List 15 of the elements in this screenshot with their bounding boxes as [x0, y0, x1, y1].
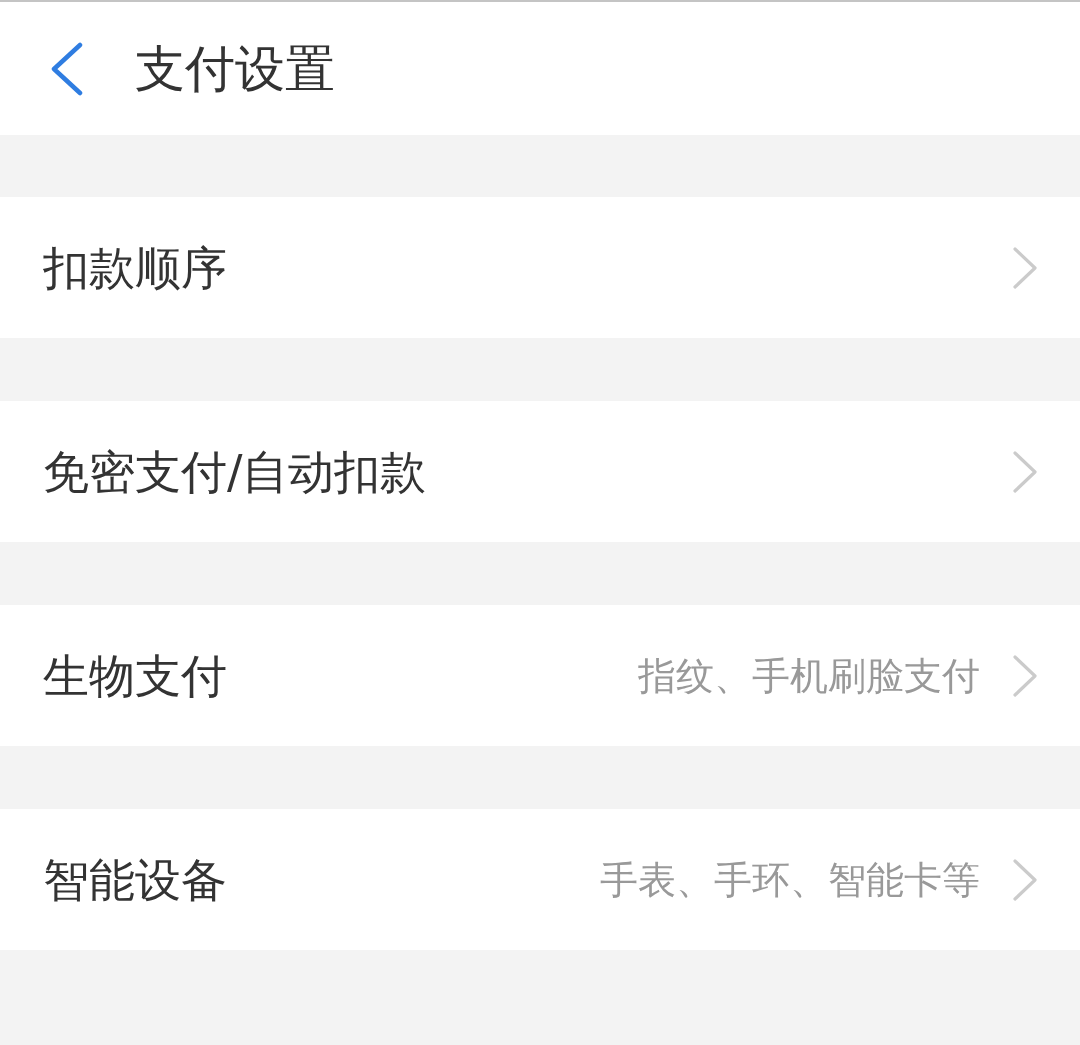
chevron-right-icon: [1012, 653, 1038, 698]
settings-row[interactable]: 智能设备 手表、手环、智能卡等: [0, 809, 1080, 950]
settings-row[interactable]: 免密支付/自动扣款: [0, 401, 1080, 542]
setting-label: 扣款顺序: [43, 244, 227, 291]
page-title: 支付设置: [135, 43, 335, 94]
chevron-right-icon: [1012, 857, 1038, 902]
chevron-right-icon: [1012, 245, 1038, 290]
settings-row[interactable]: 生物支付 指纹、手机刷脸支付: [0, 605, 1080, 746]
setting-label: 免密支付/自动扣款: [43, 448, 427, 495]
setting-value: 指纹、手机刷脸支付: [638, 656, 980, 695]
setting-label: 生物支付: [43, 652, 227, 699]
setting-value: 手表、手环、智能卡等: [600, 860, 980, 899]
settings-row[interactable]: 扣款顺序: [0, 197, 1080, 338]
setting-label: 智能设备: [43, 856, 227, 903]
chevron-right-icon: [1012, 449, 1038, 494]
